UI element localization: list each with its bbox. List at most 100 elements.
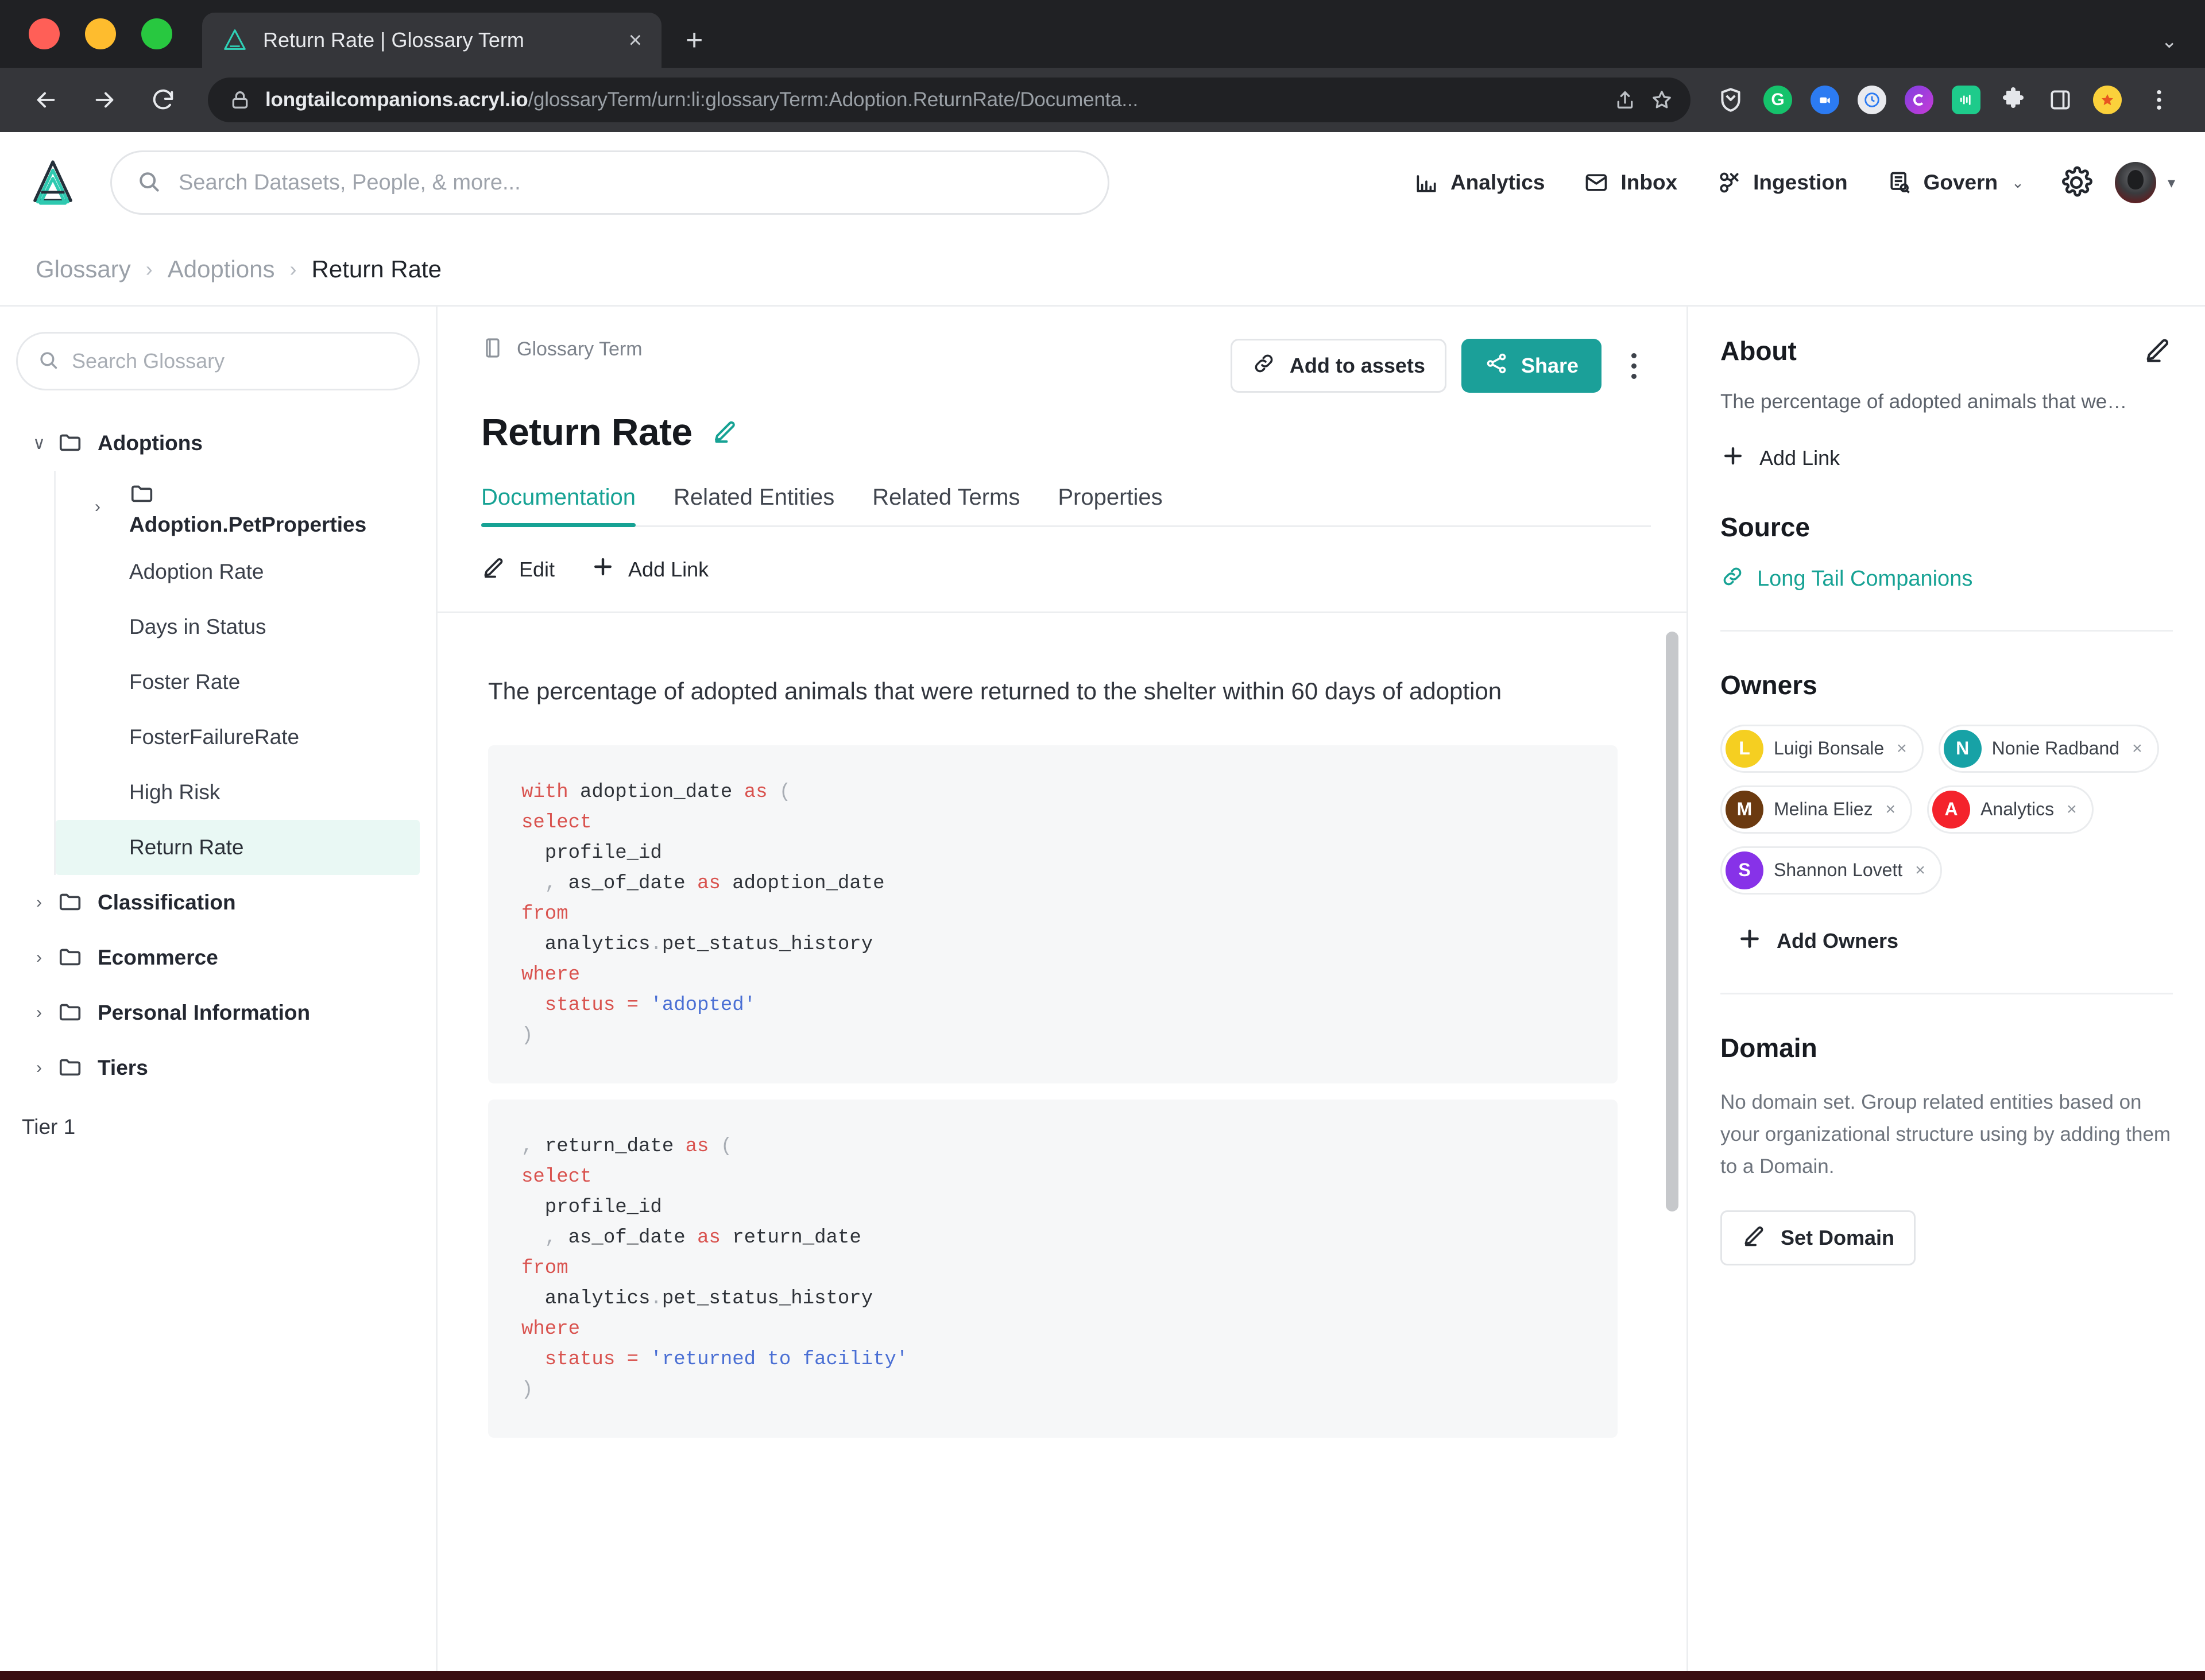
browser-tab[interactable]: Return Rate | Glossary Term × — [202, 13, 662, 68]
share-button[interactable]: Share — [1461, 339, 1601, 393]
tab-list-chevron-down-icon[interactable]: ⌄ — [2161, 30, 2178, 53]
sidebar-item-adoption-rate[interactable]: Adoption Rate — [56, 544, 420, 599]
breadcrumb-item-adoptions[interactable]: Adoptions — [168, 256, 275, 283]
sidebar-item-tiers[interactable]: › Tiers — [16, 1040, 420, 1096]
owner-chip[interactable]: M Melina Eliez × — [1720, 785, 1913, 834]
owner-chip[interactable]: L Luigi Bonsale × — [1720, 724, 1924, 773]
owner-chip[interactable]: S Shannon Lovett × — [1720, 846, 1942, 895]
extension-grammarly-icon[interactable]: G — [1756, 78, 1800, 122]
pencil-icon — [1742, 1222, 1767, 1253]
back-button[interactable] — [20, 73, 72, 126]
sidebar-item-personal-information[interactable]: › Personal Information — [16, 985, 420, 1040]
lock-icon — [229, 88, 252, 111]
extension-profile-avatar[interactable] — [2086, 78, 2129, 122]
extension-puzzle-icon[interactable] — [1991, 78, 2035, 122]
tab-close-icon[interactable]: × — [629, 29, 642, 52]
owner-chip[interactable]: A Analytics × — [1927, 785, 2094, 834]
bar-chart-icon — [1414, 170, 1439, 195]
window-maximize-button[interactable] — [141, 18, 172, 49]
sidebar-item-classification[interactable]: › Classification — [16, 875, 420, 930]
tab-documentation[interactable]: Documentation — [481, 485, 636, 527]
nav-item-govern[interactable]: Govern ⌄ — [1867, 132, 2044, 233]
breadcrumb-item-glossary[interactable]: Glossary — [36, 256, 131, 283]
caret-right-icon[interactable]: › — [95, 471, 129, 517]
remove-owner-icon[interactable]: × — [1897, 739, 1907, 758]
edit-about-pencil-icon[interactable] — [2143, 334, 2173, 367]
remove-owner-icon[interactable]: × — [1886, 800, 1896, 819]
content-scrollbar[interactable] — [1666, 632, 1678, 1211]
share-page-icon[interactable] — [1614, 88, 1637, 111]
caret-right-icon[interactable]: › — [21, 1003, 57, 1023]
browser-menu-kebab-button[interactable] — [2133, 73, 2185, 126]
caret-right-icon[interactable]: › — [21, 893, 57, 912]
entity-type-label: Glossary Term — [517, 338, 643, 360]
sidebar-item-fosterfailurerate[interactable]: FosterFailureRate — [56, 710, 420, 765]
documentation-scroll-area: The percentage of adopted animals that w… — [438, 613, 1686, 1671]
sidebar-item-days-in-status[interactable]: Days in Status — [56, 599, 420, 655]
app-viewport: Analytics Inbox Ingestion — [0, 132, 2205, 1671]
source-link[interactable]: Long Tail Companions — [1720, 564, 2173, 594]
entity-main-panel: Glossary Term Add to assets Share Return… — [438, 307, 1688, 1671]
tree-node-label: Tiers — [98, 1056, 148, 1079]
remove-owner-icon[interactable]: × — [2067, 800, 2077, 819]
gear-icon[interactable] — [2060, 166, 2093, 199]
search-input[interactable] — [179, 170, 1084, 195]
reload-button[interactable] — [137, 73, 189, 126]
caret-right-icon[interactable]: › — [21, 1058, 57, 1078]
extension-waveform-icon[interactable] — [1944, 78, 1988, 122]
address-bar[interactable]: longtailcompanions.acryl.io/glossaryTerm… — [208, 78, 1690, 122]
sidebar-item-return-rate[interactable]: Return Rate — [56, 820, 420, 875]
browser-extensions: G — [1709, 73, 2185, 126]
tree-node-adoptions[interactable]: ∨ Adoptions — [16, 416, 420, 471]
documentation-toolbar: Edit Add Link — [438, 527, 1686, 613]
glossary-search-input[interactable] — [72, 349, 399, 373]
sidebar-item-foster-rate[interactable]: Foster Rate — [56, 655, 420, 710]
sidebar-item-ecommerce[interactable]: › Ecommerce — [16, 930, 420, 985]
entity-type: Glossary Term — [481, 336, 643, 362]
folder-icon — [57, 429, 87, 458]
about-add-link-button[interactable]: Add Link — [1720, 443, 2173, 474]
nav-item-analytics[interactable]: Analytics — [1394, 132, 1565, 233]
extension-clock-icon[interactable] — [1850, 78, 1894, 122]
plus-icon — [1736, 926, 1763, 957]
remove-owner-icon[interactable]: × — [2132, 739, 2142, 758]
add-link-button[interactable]: Add Link — [590, 554, 709, 584]
set-domain-button[interactable]: Set Domain — [1720, 1210, 1916, 1265]
extension-shield-icon[interactable] — [1709, 78, 1753, 122]
add-to-assets-button[interactable]: Add to assets — [1230, 339, 1446, 393]
window-close-button[interactable] — [29, 18, 60, 49]
breadcrumb-separator: › — [145, 257, 153, 281]
forward-button[interactable] — [78, 73, 131, 126]
edit-documentation-button[interactable]: Edit — [481, 554, 555, 584]
nav-item-inbox[interactable]: Inbox — [1564, 132, 1697, 233]
entity-more-kebab-button[interactable] — [1616, 339, 1651, 393]
tab-properties[interactable]: Properties — [1058, 485, 1162, 525]
window-minimize-button[interactable] — [85, 18, 116, 49]
extension-side-panel-icon[interactable] — [2038, 78, 2082, 122]
edit-title-pencil-icon[interactable] — [711, 417, 739, 447]
sidebar-item-tier-1[interactable]: Tier 1 — [16, 1096, 420, 1139]
extension-purple-icon[interactable] — [1897, 78, 1941, 122]
owner-chip[interactable]: N Nonie Radband × — [1938, 724, 2159, 773]
acryl-logo-icon[interactable] — [25, 155, 80, 210]
tree-node-label: Classification — [98, 891, 236, 914]
tab-related-terms[interactable]: Related Terms — [872, 485, 1020, 525]
global-search-box[interactable] — [110, 150, 1109, 215]
tab-related-entities[interactable]: Related Entities — [674, 485, 834, 525]
caret-down-icon[interactable]: ∨ — [21, 433, 57, 454]
folder-icon — [57, 888, 87, 918]
remove-owner-icon[interactable]: × — [1915, 861, 1925, 880]
extension-video-icon[interactable] — [1803, 78, 1847, 122]
new-tab-button[interactable]: + — [686, 25, 703, 55]
avatar — [2114, 162, 2156, 203]
nav-item-ingestion[interactable]: Ingestion — [1697, 132, 1867, 233]
add-owners-button[interactable]: Add Owners — [1736, 926, 2173, 957]
user-menu[interactable]: ▾ — [2114, 162, 2175, 203]
tree-node-label: Personal Information — [98, 1001, 311, 1024]
source-link-label: Long Tail Companions — [1757, 567, 1973, 591]
bookmark-star-icon[interactable] — [1650, 88, 1673, 111]
glossary-search-box[interactable] — [16, 332, 420, 390]
caret-right-icon[interactable]: › — [21, 948, 57, 967]
sidebar-item-high-risk[interactable]: High Risk — [56, 765, 420, 820]
tree-node-adoption-petproperties[interactable]: › Adoption.PetProperties — [56, 471, 420, 544]
